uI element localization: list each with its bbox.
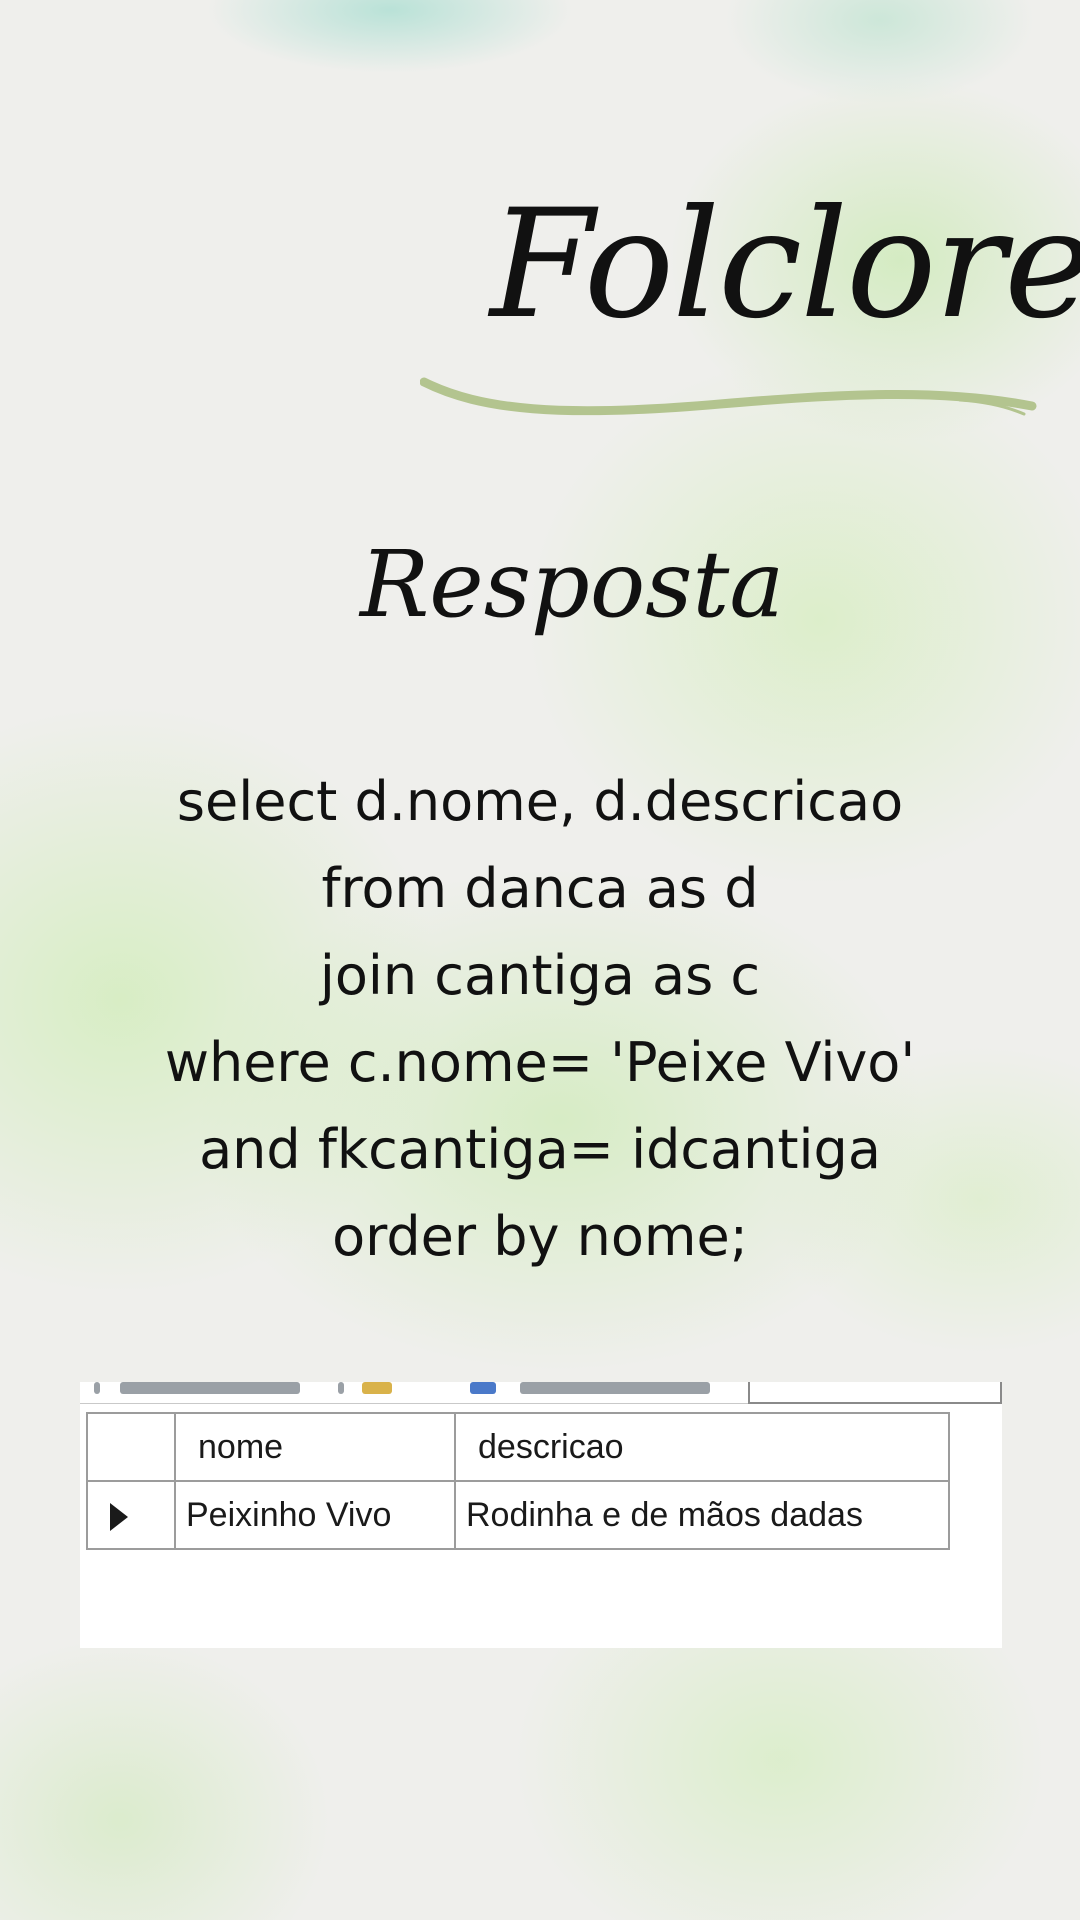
sql-line: where c.nome= 'Peixe Vivo' (164, 1031, 916, 1094)
sql-query: select d.nome, d.descricao from danca as… (60, 758, 1020, 1280)
sql-line: join cantiga as c (319, 944, 761, 1007)
toolbar-separator (94, 1382, 100, 1394)
column-header-nome[interactable]: nome (174, 1412, 456, 1482)
filter-rows-input[interactable] (748, 1382, 1002, 1404)
row-header[interactable] (86, 1480, 176, 1550)
table-row[interactable]: Peixinho Vivo Rodinha e de mãos dadas (86, 1480, 950, 1550)
sql-line: from danca as d (321, 857, 759, 920)
cell-descricao[interactable]: Rodinha e de mãos dadas (454, 1480, 950, 1550)
title-underline-decoration (420, 377, 1037, 416)
filter-rows-label (520, 1382, 710, 1394)
toolbar-button[interactable] (120, 1382, 300, 1394)
row-header-corner (86, 1412, 176, 1482)
export-icon[interactable] (362, 1382, 392, 1394)
page-title: Folclore (490, 178, 1080, 352)
column-header-descricao[interactable]: descricao (454, 1412, 950, 1482)
result-toolbar (80, 1382, 1002, 1404)
filter-icon[interactable] (470, 1382, 496, 1394)
sql-line: and fkcantiga= idcantiga (199, 1118, 881, 1181)
result-table: nome descricao Peixinho Vivo Rodinha e d… (86, 1412, 950, 1550)
table-header-row: nome descricao (86, 1412, 950, 1482)
result-grid-screenshot: nome descricao Peixinho Vivo Rodinha e d… (80, 1382, 1002, 1648)
sql-line: select d.nome, d.descricao (176, 770, 904, 833)
sql-line: order by nome; (332, 1205, 748, 1268)
cell-nome[interactable]: Peixinho Vivo (174, 1480, 456, 1550)
play-triangle-icon (110, 1502, 128, 1531)
subtitle: Resposta (360, 531, 785, 638)
toolbar-separator (338, 1382, 344, 1394)
